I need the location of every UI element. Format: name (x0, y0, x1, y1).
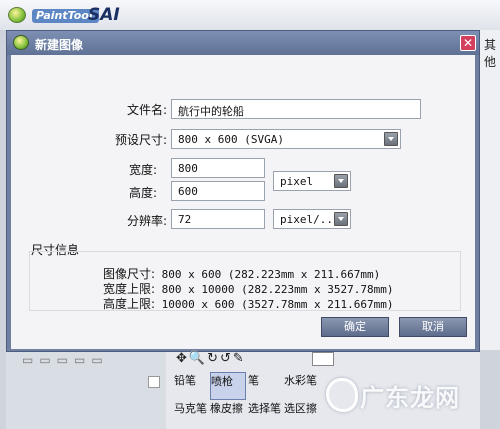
tool-label: 铅笔 (174, 374, 196, 387)
dialog-body: 文件名: 航行中的轮船 预设尺寸: 800 x 600 (SVGA) 宽度: 8… (11, 55, 475, 349)
tool-label: 橡皮擦 (210, 402, 243, 415)
chevron-down-icon[interactable] (334, 212, 348, 226)
app-title-big: SAI (88, 5, 120, 25)
navigation-toolbar[interactable]: ✥🔍↻↺✎ (176, 351, 246, 366)
info-key: 图像尺寸: (103, 267, 156, 281)
close-button[interactable]: ✕ (460, 35, 476, 51)
new-image-dialog: 新建图像 ✕ 文件名: 航行中的轮船 预设尺寸: 800 x 600 (SVGA… (6, 30, 480, 352)
tool-label: 马克笔 (174, 402, 207, 415)
tool-eraser[interactable]: 橡皮擦 (210, 400, 246, 428)
file-name-input[interactable]: 航行中的轮船 (171, 99, 421, 119)
scroll-up-button[interactable] (148, 376, 160, 388)
dialog-titlebar[interactable]: 新建图像 ✕ (7, 31, 479, 55)
dialog-title: 新建图像 (35, 38, 84, 52)
info-value: 10000 x 600 (3527.78mm x 211.667mm) (161, 298, 394, 311)
preset-size-select[interactable]: 800 x 600 (SVGA) (171, 129, 401, 149)
resolution-label: 分辨率: (126, 214, 167, 228)
tool-pencil[interactable]: 铅笔 (174, 372, 210, 400)
unit-select[interactable]: pixel (273, 171, 351, 191)
tool-label: 选区擦 (284, 402, 317, 415)
resolution-unit-select[interactable]: pixel/... (273, 209, 351, 229)
sai-logo-icon (8, 7, 26, 23)
tool-select-pen[interactable]: 选择笔 (248, 400, 284, 428)
watermark-text: 广东龙网 (360, 384, 460, 412)
tool-label: 选择笔 (248, 402, 281, 415)
file-name-label: 文件名: (126, 103, 167, 117)
preset-size-value: 800 x 600 (SVGA) (178, 133, 284, 146)
height-input[interactable]: 600 (171, 181, 265, 201)
height-label: 高度: (128, 186, 157, 200)
tool-watercolor[interactable]: 水彩笔 (284, 372, 320, 400)
background-panel-text: 其他 (484, 38, 497, 69)
tool-select-eraser[interactable]: 选区擦 (284, 400, 320, 428)
width-input[interactable]: 800 (171, 158, 265, 178)
info-key: 宽度上限: (103, 282, 156, 296)
info-row-height-limit: 高度上限: 10000 x 600 (3527.78mm x 211.667mm… (103, 295, 393, 312)
cancel-button[interactable]: 取消 (399, 317, 467, 337)
resolution-input[interactable]: 72 (171, 209, 265, 229)
tool-label: 喷枪 (211, 375, 233, 388)
tool-label: 笔 (248, 374, 259, 387)
ok-button[interactable]: 确定 (321, 317, 389, 337)
chevron-down-icon[interactable] (334, 174, 348, 188)
sai-logo-icon (13, 35, 29, 50)
tool-pen[interactable]: 笔 (248, 372, 284, 400)
info-key: 高度上限: (103, 297, 156, 311)
chevron-down-icon[interactable] (384, 132, 398, 146)
tool-label: 水彩笔 (284, 374, 317, 387)
tool-airbrush[interactable]: 喷枪 (210, 372, 246, 400)
app-titlebar: PaintTool SAI (0, 0, 500, 30)
watermark-logo-icon (326, 378, 358, 412)
layer-toolbar-icons[interactable]: ▭▭▭▭▭ (22, 353, 109, 367)
color-swatch[interactable] (312, 352, 334, 366)
preset-size-label: 预设尺寸: (114, 133, 167, 147)
width-label: 宽度: (128, 163, 157, 177)
unit-value: pixel (280, 175, 314, 188)
tool-marker[interactable]: 马克笔 (174, 400, 210, 428)
resolution-unit-value: pixel/... (280, 213, 340, 226)
